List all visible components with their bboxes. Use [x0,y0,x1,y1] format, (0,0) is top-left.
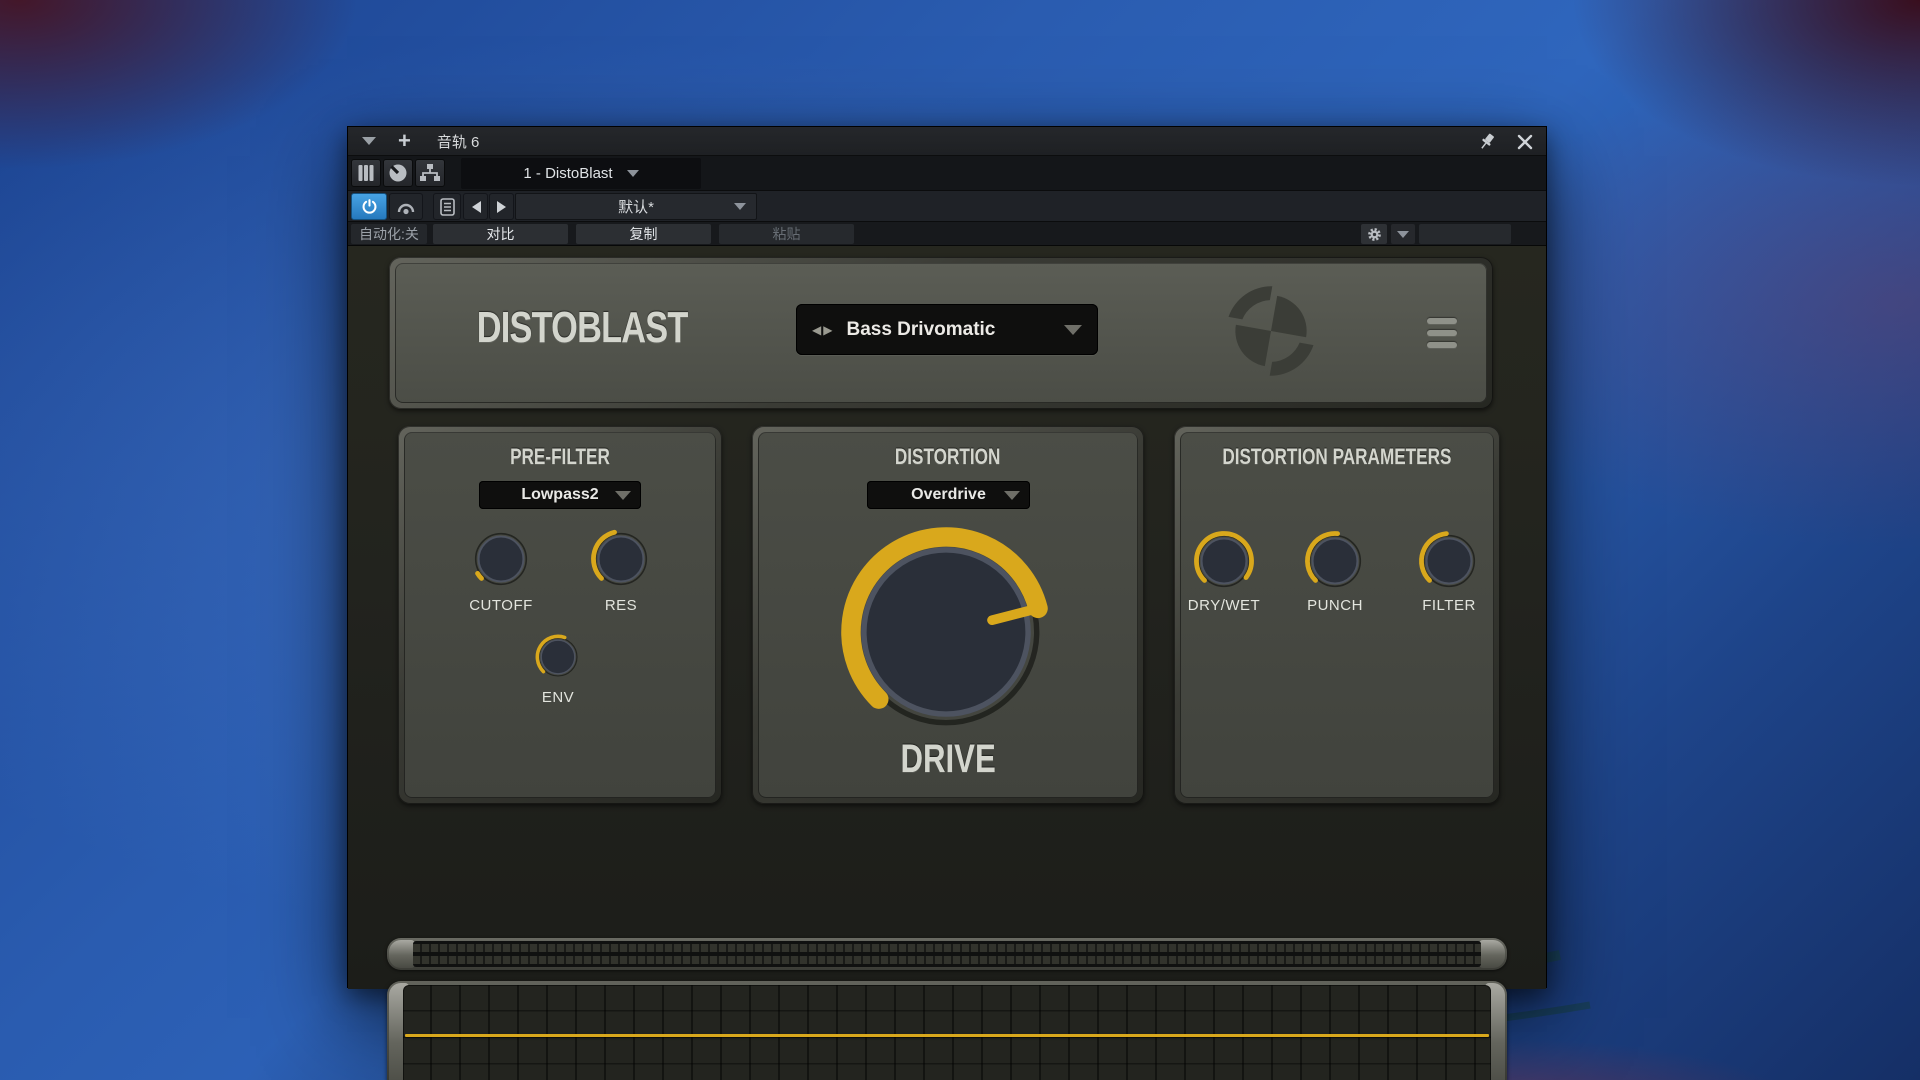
punch-label: PUNCH [1285,597,1385,614]
drive-knob[interactable] [838,524,1054,740]
hamburger-icon[interactable] [1427,318,1457,354]
chevron-down-icon [627,170,639,177]
plugin-editor: DISTOBLAST ◀▶ Bass Drivomatic [348,246,1546,989]
add-insert-button[interactable]: + [398,130,411,152]
filter-type-dropdown[interactable]: Lowpass2 [479,481,641,509]
chevron-down-icon [1064,325,1082,335]
env-label: ENV [508,689,608,706]
plugin-preset-selector[interactable]: ◀▶ Bass Drivomatic [796,304,1098,355]
preset-selector-label: 默认* [618,196,654,217]
gear-icon[interactable] [1361,224,1387,244]
close-icon[interactable] [1516,133,1534,151]
window-titlebar: + 音轨 6 [348,127,1546,156]
preset-prev-next-icons[interactable]: ◀▶ [812,323,834,337]
strip-left-cap[interactable] [389,940,415,968]
cutoff-label: CUTOFF [451,597,551,614]
preset-selector[interactable]: 默认* [515,193,757,220]
envelope-graph[interactable] [387,981,1507,1080]
cutoff-knob[interactable] [469,527,533,591]
distoblast-logo [1217,277,1325,385]
pin-icon[interactable] [1476,131,1498,153]
filter-label: FILTER [1399,597,1499,614]
distortion-mode-dropdown[interactable]: Overdrive [867,481,1030,509]
mixer-icon[interactable] [351,159,381,187]
chevron-down-icon [615,491,631,500]
pre-filter-title: PRE-FILTER [510,444,610,470]
step-strip-scrollbar[interactable] [387,938,1507,970]
dry-wet-label: DRY/WET [1174,597,1274,614]
collapse-caret-icon[interactable] [362,137,376,145]
gear-dropdown[interactable] [1391,224,1415,244]
strip-cells [413,941,1481,967]
strip-right-cap[interactable] [1479,940,1505,968]
res-knob[interactable] [589,527,653,591]
instrument-selector[interactable]: 1 - DistoBlast [461,158,701,189]
next-icon[interactable] [489,193,514,220]
plugin-window: + 音轨 6 [347,126,1547,988]
plugin-header: DISTOBLAST ◀▶ Bass Drivomatic [389,257,1493,409]
instrument-selector-label: 1 - DistoBlast [523,165,612,182]
power-icon[interactable] [351,193,387,220]
track-title: 音轨 6 [437,131,480,152]
desktop-wallpaper: + 音轨 6 [0,0,1920,1080]
preset-toolbar: 默认* [348,191,1546,222]
pre-filter-panel: PRE-FILTER Lowpass2 CUTOFF RES ENV [398,426,722,804]
filter-knob[interactable] [1417,529,1481,593]
drive-label: DRIVE [900,737,995,782]
paste-button[interactable]: 粘贴 [719,224,854,244]
copy-button[interactable]: 复制 [576,224,711,244]
punch-knob[interactable] [1303,529,1367,593]
distortion-parameters-panel: DISTORTION PARAMETERS DRY/WET PUNCH FILT… [1174,426,1500,804]
routing-icon[interactable] [415,159,445,187]
distortion-panel: DISTORTION Overdrive DRIVE [752,426,1144,804]
chevron-down-icon [1004,491,1020,500]
envelope-value-line[interactable] [405,1034,1489,1037]
automation-toggle[interactable]: 自动化:关 [351,224,427,244]
knob-icon[interactable] [383,159,413,187]
res-label: RES [571,597,671,614]
chevron-down-icon [734,203,746,210]
distortion-parameters-title: DISTORTION PARAMETERS [1222,444,1451,470]
graph-grid[interactable] [403,985,1491,1080]
dry-wet-knob[interactable] [1192,529,1256,593]
prev-icon[interactable] [463,193,488,220]
plugin-brand: DISTOBLAST [477,303,688,353]
action-row: 自动化:关 对比 复制 粘贴 [348,222,1546,246]
preset-list-icon[interactable] [433,193,461,220]
plugin-preset-name: Bass Drivomatic [846,319,995,341]
env-knob[interactable] [534,633,582,681]
readout-field [1419,224,1511,244]
compare-button[interactable]: 对比 [433,224,568,244]
ramp-icon[interactable] [389,193,423,220]
distortion-title: DISTORTION [895,444,1001,470]
instrument-toolbar: 1 - DistoBlast [348,156,1546,191]
